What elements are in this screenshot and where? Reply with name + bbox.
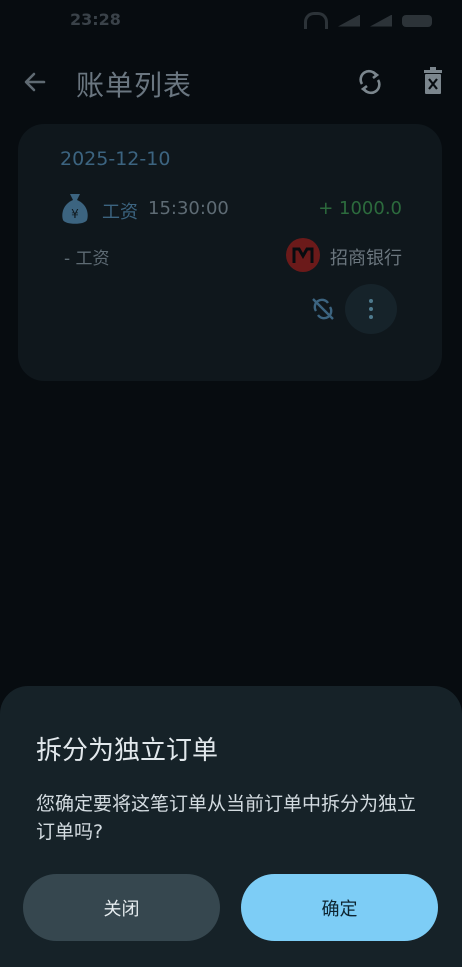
dialog-message: 您确定要将这笔订单从当前订单中拆分为独立订单吗? bbox=[36, 793, 417, 843]
page-title: 账单列表 bbox=[76, 69, 193, 102]
bill-date: 2025-12-10 bbox=[60, 148, 171, 170]
signal-icon bbox=[338, 14, 360, 27]
entry-time: 15:30:00 bbox=[148, 198, 229, 219]
sync-button[interactable] bbox=[352, 64, 388, 100]
cmb-bank-logo bbox=[286, 238, 320, 272]
split-order-dialog: 拆分为独立订单 您确定要将这笔订单从当前订单中拆分为独立订单吗? 关闭 确定 bbox=[0, 686, 462, 967]
status-bar: 23:28 bbox=[0, 0, 462, 44]
bank-name: 招商银行 bbox=[330, 248, 402, 269]
more-vert-icon bbox=[369, 299, 373, 319]
close-button[interactable]: 关闭 bbox=[23, 874, 220, 941]
entry-note: - 工资 bbox=[64, 249, 110, 269]
sync-icon bbox=[359, 69, 381, 95]
wifi-icon bbox=[304, 12, 328, 29]
delete-button[interactable] bbox=[416, 64, 450, 100]
more-button[interactable] bbox=[345, 284, 397, 334]
bill-card[interactable]: 2025-12-10 ¥ 工资 15:30:00 + 1000.0 - 工资 招… bbox=[18, 124, 442, 381]
app-bar: 账单列表 bbox=[0, 52, 462, 112]
arrow-left-icon bbox=[24, 72, 46, 92]
sync-disabled-icon bbox=[312, 298, 334, 320]
svg-text:¥: ¥ bbox=[71, 207, 79, 221]
money-bag-icon: ¥ bbox=[60, 192, 90, 226]
status-time: 23:28 bbox=[70, 10, 121, 29]
status-icons bbox=[304, 12, 432, 29]
dialog-title: 拆分为独立订单 bbox=[36, 736, 219, 766]
category-label: 工资 bbox=[102, 202, 138, 223]
battery-icon bbox=[402, 14, 432, 27]
back-button[interactable] bbox=[18, 64, 54, 100]
unsync-button[interactable] bbox=[308, 294, 338, 324]
trash-icon bbox=[424, 67, 442, 94]
confirm-button[interactable]: 确定 bbox=[241, 874, 438, 941]
signal-icon bbox=[370, 14, 392, 27]
amount: + 1000.0 bbox=[318, 198, 402, 219]
